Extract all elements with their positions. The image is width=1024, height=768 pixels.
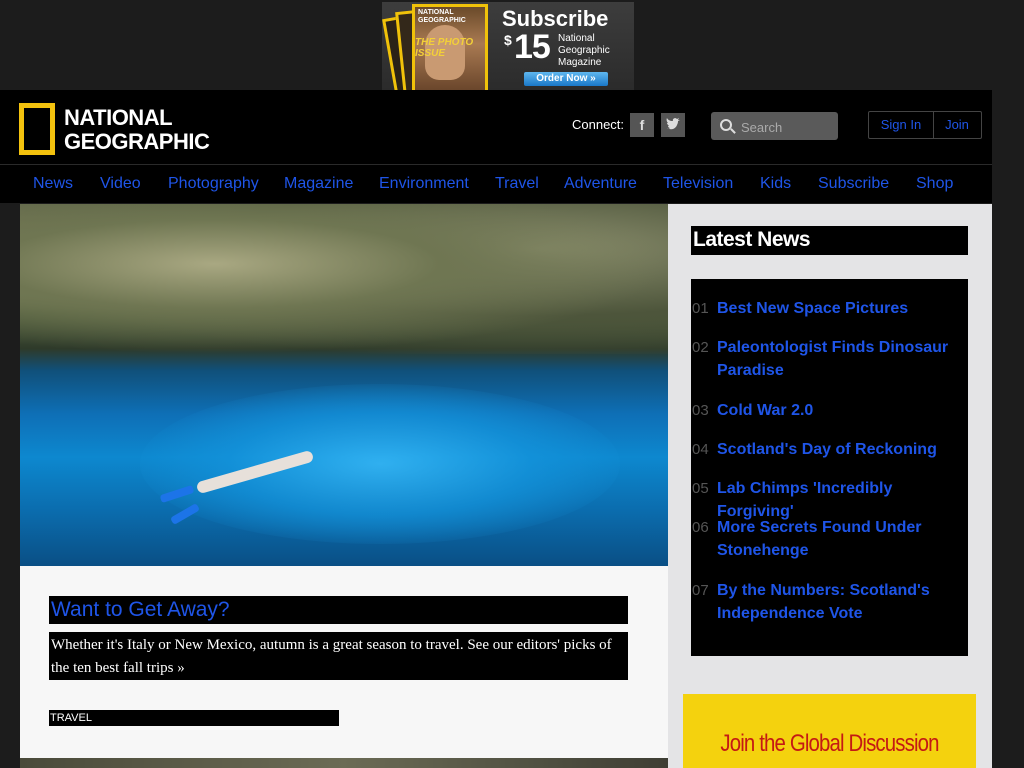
news-link[interactable]: Best New Space Pictures xyxy=(717,297,969,320)
global-discussion-banner[interactable]: Join the Global Discussion xyxy=(683,694,976,768)
logo-line-1: NATIONAL xyxy=(64,105,173,130)
latest-news-list: 01 Best New Space Pictures 02 Paleontolo… xyxy=(691,279,968,656)
news-link[interactable]: Scotland's Day of Reckoning xyxy=(717,438,969,461)
cave-ceiling xyxy=(20,204,668,354)
main-nav: News Video Photography Magazine Environm… xyxy=(0,164,1010,203)
nav-adventure[interactable]: Adventure xyxy=(564,175,637,193)
news-link[interactable]: Paleontologist Finds Dinosaur Paradise xyxy=(717,336,969,382)
magazine-cover-issue: THE PHOTO ISSUE xyxy=(415,37,474,59)
ad-dollar-sign: $ xyxy=(504,32,512,48)
news-number: 07 xyxy=(692,582,709,599)
nav-magazine[interactable]: Magazine xyxy=(284,175,353,193)
nav-television[interactable]: Television xyxy=(663,175,733,193)
magazine-cover-image: NATIONAL GEOGRAPHIC THE PHOTO ISSUE xyxy=(412,4,488,90)
site-header: NATIONAL GEOGRAPHIC Connect: f Sign In J… xyxy=(0,90,1010,164)
ad-description: National Geographic Magazine xyxy=(558,33,610,68)
nav-subscribe[interactable]: Subscribe xyxy=(818,175,889,193)
twitter-icon[interactable] xyxy=(661,113,685,137)
feature-tag-box: TRAVEL xyxy=(49,710,339,726)
news-number: 05 xyxy=(692,480,709,497)
news-number: 02 xyxy=(692,339,709,356)
feature-category-tag[interactable]: TRAVEL xyxy=(50,711,92,725)
news-number: 06 xyxy=(692,519,709,536)
news-link[interactable]: Cold War 2.0 xyxy=(717,399,969,422)
news-link[interactable]: By the Numbers: Scotland's Independence … xyxy=(717,579,969,625)
search-input[interactable] xyxy=(739,117,835,137)
connect-label: Connect: xyxy=(572,117,625,132)
news-number: 01 xyxy=(692,300,709,317)
site-logo[interactable]: NATIONAL GEOGRAPHIC xyxy=(64,105,210,154)
nav-news[interactable]: News xyxy=(33,175,73,193)
sign-in-button[interactable]: Sign In xyxy=(869,112,934,138)
hero-image-cenote-diver[interactable] xyxy=(20,204,668,566)
news-link[interactable]: More Secrets Found Under Stonehenge xyxy=(717,516,969,562)
feature-story: Want to Get Away? Whether it's Italy or … xyxy=(20,566,668,758)
nav-video[interactable]: Video xyxy=(100,175,141,193)
latest-news-header: Latest News xyxy=(691,226,968,255)
nav-kids[interactable]: Kids xyxy=(760,175,791,193)
news-number: 04 xyxy=(692,441,709,458)
nav-environment[interactable]: Environment xyxy=(379,175,469,193)
nav-travel[interactable]: Travel xyxy=(495,175,539,193)
order-now-button[interactable]: Order Now » xyxy=(524,72,608,86)
sidebar: Latest News 01 Best New Space Pictures 0… xyxy=(668,204,992,768)
facebook-icon[interactable]: f xyxy=(630,113,654,137)
discussion-banner-text: Join the Global Discussion xyxy=(720,730,939,757)
auth-buttons: Sign In Join xyxy=(868,111,982,139)
ad-price: 15 xyxy=(514,28,551,66)
page-gutter xyxy=(992,90,1024,768)
subscribe-ad-banner[interactable]: NATIONAL GEOGRAPHIC THE PHOTO ISSUE Subs… xyxy=(382,2,634,90)
nav-shop[interactable]: Shop xyxy=(916,175,953,193)
twitter-bird-icon xyxy=(666,118,680,130)
feature-description-box: Whether it's Italy or New Mexico, autumn… xyxy=(49,632,628,680)
next-story-image[interactable] xyxy=(20,758,668,768)
blue-water xyxy=(140,384,620,544)
join-button[interactable]: Join xyxy=(933,112,981,138)
feature-title-box: Want to Get Away? xyxy=(49,596,628,624)
logo-yellow-border-icon[interactable] xyxy=(19,103,55,155)
latest-news-title: Latest News xyxy=(693,228,811,251)
magazine-cover-title: NATIONAL GEOGRAPHIC xyxy=(418,9,466,24)
search-box[interactable] xyxy=(711,112,838,140)
nav-photography[interactable]: Photography xyxy=(168,175,259,193)
news-number: 03 xyxy=(692,402,709,419)
logo-line-2: GEOGRAPHIC xyxy=(64,129,210,154)
search-icon[interactable] xyxy=(720,119,732,131)
feature-description[interactable]: Whether it's Italy or New Mexico, autumn… xyxy=(51,634,626,680)
feature-title-link[interactable]: Want to Get Away? xyxy=(51,598,230,622)
